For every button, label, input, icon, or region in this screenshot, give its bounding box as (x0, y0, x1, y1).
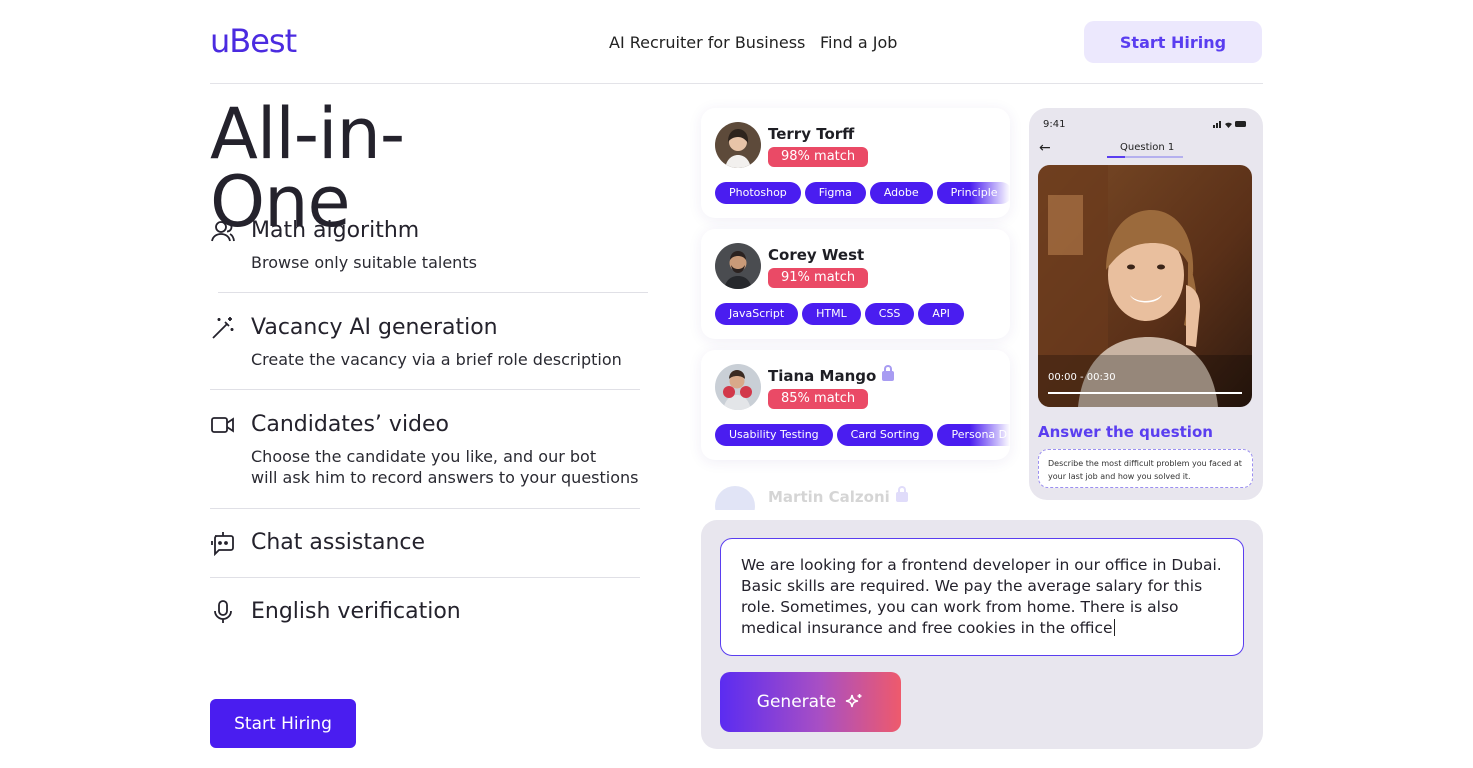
feature-divider (210, 508, 640, 509)
video-frame (1038, 165, 1252, 407)
feature-title: Math algorithm (251, 218, 420, 243)
generate-label: Generate (756, 692, 837, 712)
answer-prompt: Describe the most difficult problem you … (1038, 449, 1253, 488)
user-icon (211, 221, 235, 242)
feature-english-verification: English verification (210, 599, 640, 629)
avatar (715, 243, 761, 289)
text-caret (1113, 619, 1115, 636)
nav-ai-recruiter[interactable]: AI Recruiter for Business (609, 33, 805, 52)
feature-title: English verification (251, 599, 461, 624)
feature-candidates-video: Candidates’ video Choose the candidate y… (210, 412, 640, 492)
match-badge: 91% match (768, 268, 869, 288)
skill-tag: CSS (864, 303, 915, 325)
microphone-icon (214, 600, 232, 623)
candidate-card-faded: Martin Calzoni (701, 470, 1010, 510)
feature-desc: Choose the candidate you like, and our b… (251, 447, 639, 487)
video-timestamp: 00:00 - 00:30 (1048, 372, 1116, 383)
logo[interactable]: uBest (210, 22, 297, 60)
skill-tag: Card Sorting (836, 424, 934, 446)
feature-vacancy-ai: Vacancy AI generation Create the vacancy… (210, 315, 640, 375)
feature-title: Candidates’ video (251, 412, 450, 437)
generate-button[interactable]: Generate (720, 672, 901, 732)
skill-tag: HTML (802, 303, 861, 325)
match-badge: 85% match (768, 389, 869, 409)
candidate-video[interactable]: 00:00 - 00:30 (1038, 165, 1252, 407)
feature-divider (210, 389, 640, 390)
feature-math-algorithm: Math algorithm Browse only suitable tale… (210, 218, 640, 278)
skill-tag: API (918, 303, 964, 325)
skill-tag: JavaScript (715, 303, 799, 325)
lock-icon (895, 486, 908, 502)
avatar (715, 364, 761, 410)
candidate-name: Tiana Mango (768, 365, 895, 385)
start-hiring-button[interactable]: Start Hiring (210, 699, 356, 748)
vacancy-description-input[interactable]: We are looking for a frontend developer … (720, 538, 1244, 656)
lock-icon (882, 365, 895, 381)
sparkle-icon (846, 694, 862, 708)
phone-mockup: 9:41 ← Question 1 00:00 - 00:30 Answer t… (1029, 108, 1263, 500)
chat-bot-icon (211, 532, 234, 556)
signal-battery-icon (1213, 121, 1246, 128)
feature-title: Vacancy AI generation (251, 315, 498, 340)
skill-tag: Photoshop (715, 182, 801, 204)
question-label: Question 1 (1120, 142, 1175, 153)
skill-tags: Photoshop Figma Adobe Principle (715, 182, 1010, 204)
feature-desc: Create the vacancy via a brief role desc… (251, 350, 622, 369)
candidate-card[interactable]: Tiana Mango 85% match Usability Testing … (701, 350, 1010, 460)
vacancy-generator-panel: We are looking for a frontend developer … (701, 520, 1263, 749)
header-start-hiring-button[interactable]: Start Hiring (1084, 21, 1262, 63)
header-divider (210, 83, 1263, 84)
avatar (715, 122, 761, 168)
match-badge: 98% match (768, 147, 869, 167)
avatar (715, 486, 755, 510)
skill-tag: Usability Testing (715, 424, 833, 446)
magic-wand-icon (212, 317, 234, 339)
nav-find-job[interactable]: Find a Job (820, 33, 897, 52)
feature-title: Chat assistance (251, 530, 426, 555)
back-arrow-icon[interactable]: ← (1039, 140, 1051, 156)
candidate-name: Martin Calzoni (768, 486, 908, 506)
fade-overlay (970, 420, 1010, 450)
candidate-name: Corey West (768, 246, 865, 264)
status-time: 9:41 (1043, 119, 1066, 130)
feature-divider (210, 577, 640, 578)
video-camera-icon (211, 417, 234, 433)
skill-tag: Adobe (869, 182, 933, 204)
hero-title: All-in-One (210, 93, 405, 243)
answer-title: Answer the question (1038, 423, 1213, 441)
skill-tags: JavaScript HTML CSS API (715, 303, 964, 325)
question-progress-fill (1107, 156, 1125, 158)
candidate-card[interactable]: Terry Torff 98% match Photoshop Figma Ad… (701, 108, 1010, 218)
status-icons (1213, 120, 1247, 130)
skill-tag: Figma (804, 182, 866, 204)
feature-divider (218, 292, 648, 293)
candidate-card[interactable]: Corey West 91% match JavaScript HTML CSS… (701, 229, 1010, 339)
fade-overlay (970, 178, 1010, 208)
feature-chat-assistance: Chat assistance (210, 530, 640, 560)
feature-desc: Browse only suitable talents (251, 253, 477, 272)
video-progress-bar[interactable] (1048, 392, 1242, 394)
skill-tags: Usability Testing Card Sorting Persona D (715, 424, 1010, 446)
candidate-name: Terry Torff (768, 125, 855, 143)
